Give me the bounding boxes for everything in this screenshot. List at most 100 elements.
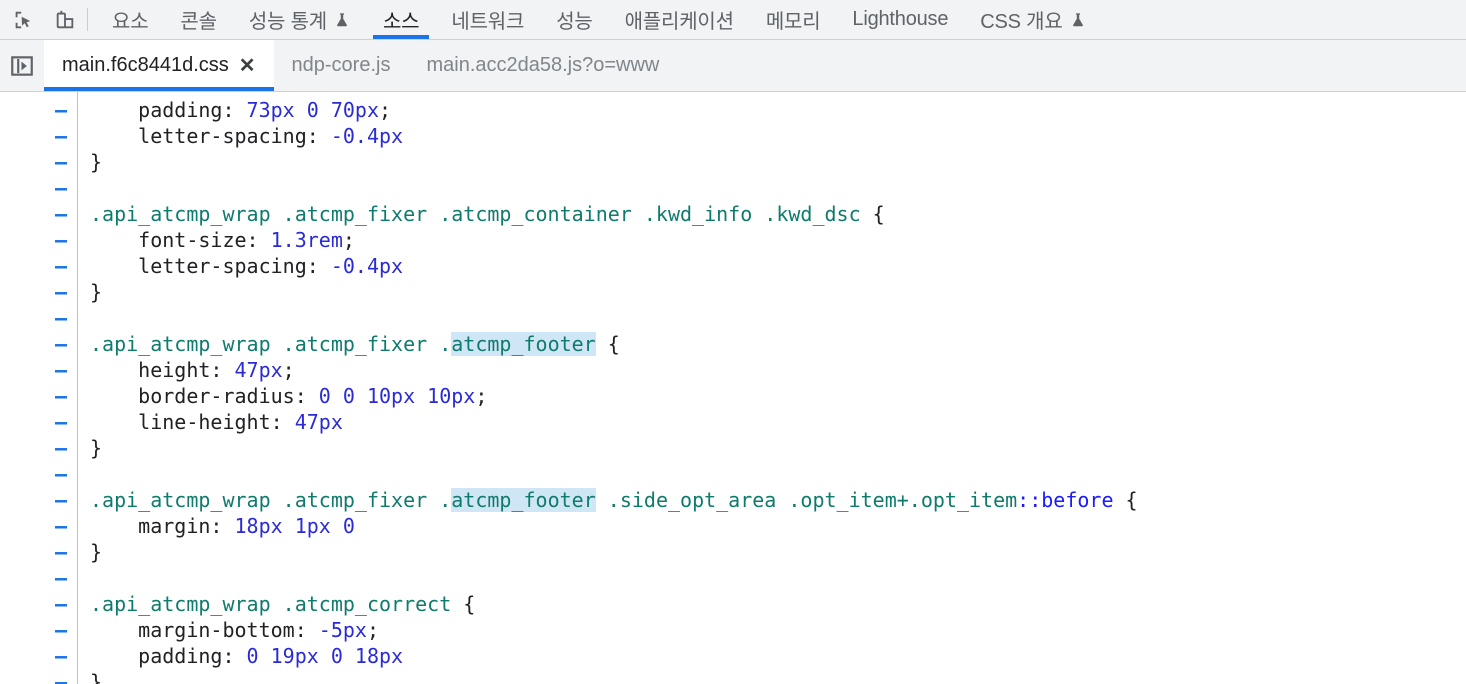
- code-token: 47px: [234, 358, 283, 382]
- close-icon[interactable]: ✕: [239, 56, 256, 76]
- code-token: .api_atcmp_wrap .atcmp_fixer .: [90, 332, 452, 356]
- code-line[interactable]: margin-bottom: -5px;: [90, 617, 1466, 643]
- gutter-marker: –: [54, 514, 67, 538]
- panel-tab-9[interactable]: CSS 개요: [964, 0, 1102, 39]
- code-token: -5px: [318, 618, 367, 642]
- gutter-marker: –: [54, 436, 67, 460]
- inspect-element-icon[interactable]: [9, 6, 37, 34]
- panel-tab-label: 콘솔: [180, 11, 217, 33]
- file-tab-0[interactable]: main.f6c8441d.css ✕: [44, 40, 274, 91]
- editor-code-area[interactable]: padding: 73px 0 70px; letter-spacing: -0…: [78, 92, 1466, 684]
- source-code-editor[interactable]: – – – – – – – – – – – – – – – – – – – – – – – padding: 73px 0 …: [0, 92, 1466, 684]
- code-token: ;: [366, 618, 380, 642]
- experimental-flask-icon: [333, 9, 351, 31]
- code-line[interactable]: [90, 461, 1466, 487]
- code-line[interactable]: padding: 0 19px 0 18px: [90, 643, 1466, 669]
- panel-tab-5[interactable]: 성능: [540, 0, 608, 39]
- gutter-marker: –: [54, 384, 67, 408]
- code-line[interactable]: .api_atcmp_wrap .atcmp_fixer .atcmp_foot…: [90, 487, 1466, 513]
- panel-tab-label: 성능 통계: [248, 11, 327, 33]
- show-navigator-icon[interactable]: [0, 40, 44, 91]
- gutter-marker: –: [54, 358, 67, 382]
- panel-tab-3[interactable]: 소스: [367, 0, 435, 39]
- code-token: border-radius:: [138, 384, 319, 408]
- panel-tab-6[interactable]: 애플리케이션: [609, 0, 750, 39]
- code-line[interactable]: }: [90, 435, 1466, 461]
- device-toolbar-icon[interactable]: [51, 6, 79, 34]
- code-token: padding:: [138, 644, 247, 668]
- gutter-marker: –: [54, 462, 67, 486]
- panel-tab-label: 네트워크: [451, 11, 525, 33]
- code-line[interactable]: .api_atcmp_wrap .atcmp_fixer .atcmp_foot…: [90, 331, 1466, 357]
- panel-tab-label: CSS 개요: [980, 11, 1063, 33]
- panel-tab-7[interactable]: 메모리: [750, 0, 837, 39]
- code-token: }: [90, 150, 103, 174]
- code-line[interactable]: .api_atcmp_wrap .atcmp_fixer .atcmp_cont…: [90, 201, 1466, 227]
- panel-tab-2[interactable]: 성능 통계: [233, 0, 367, 39]
- code-token: {: [1113, 488, 1138, 512]
- code-token: font-size:: [138, 228, 271, 252]
- panel-tab-list: 요소 콘솔 성능 통계 소스 네트워크 성능 애플리케이션 메모리 Lighthouse CSS …: [96, 0, 1466, 39]
- code-line[interactable]: letter-spacing: -0.4px: [90, 253, 1466, 279]
- editor-gutter: – – – – – – – – – – – – – – – – – – – – – – –: [0, 92, 78, 684]
- code-line[interactable]: line-height: 47px: [90, 409, 1466, 435]
- gutter-marker: –: [54, 306, 67, 330]
- panel-tab-8[interactable]: Lighthouse: [836, 0, 964, 39]
- code-line[interactable]: padding: 73px 0 70px;: [90, 97, 1466, 123]
- code-line[interactable]: }: [90, 669, 1466, 684]
- panel-tab-1[interactable]: 콘솔: [164, 0, 232, 39]
- code-line[interactable]: font-size: 1.3rem;: [90, 227, 1466, 253]
- code-token: .api_atcmp_wrap .atcmp_fixer .: [90, 488, 452, 512]
- code-line[interactable]: [90, 305, 1466, 331]
- code-token: }: [90, 436, 103, 460]
- code-token: ;: [342, 228, 355, 252]
- code-token: 18px 1px 0: [234, 514, 355, 538]
- toolbar-icon-group: [0, 0, 83, 39]
- code-token: {: [451, 592, 476, 616]
- file-tab-list: main.f6c8441d.css ✕ ndp-core.js main.acc2da…: [44, 40, 677, 91]
- panel-tab-label: 성능: [556, 11, 593, 33]
- code-line[interactable]: }: [90, 149, 1466, 175]
- code-line[interactable]: height: 47px;: [90, 357, 1466, 383]
- code-token: letter-spacing:: [138, 254, 331, 278]
- code-token: height:: [138, 358, 235, 382]
- code-line[interactable]: }: [90, 279, 1466, 305]
- code-line[interactable]: [90, 565, 1466, 591]
- file-tab-1[interactable]: ndp-core.js: [274, 40, 409, 91]
- gutter-marker: –: [54, 150, 67, 174]
- code-line[interactable]: .api_atcmp_wrap .atcmp_correct {: [90, 591, 1466, 617]
- code-line[interactable]: border-radius: 0 0 10px 10px;: [90, 383, 1466, 409]
- code-line[interactable]: letter-spacing: -0.4px: [90, 123, 1466, 149]
- panel-tab-label: Lighthouse: [852, 8, 949, 30]
- gutter-marker: –: [54, 202, 67, 226]
- devtools-main-toolbar: 요소 콘솔 성능 통계 소스 네트워크 성능 애플리케이션 메모리 Lighthouse CSS …: [0, 0, 1466, 40]
- code-token: 0 19px 0 18px: [246, 644, 404, 668]
- code-token: .side_opt_area .opt_item+.opt_item: [595, 488, 1018, 512]
- code-line[interactable]: }: [90, 539, 1466, 565]
- gutter-marker: –: [54, 618, 67, 642]
- code-line[interactable]: margin: 18px 1px 0: [90, 513, 1466, 539]
- panel-tab-label: 애플리케이션: [624, 11, 734, 33]
- code-token: 73px 0 70px: [246, 98, 379, 122]
- gutter-marker: –: [54, 124, 67, 148]
- code-token: ;: [379, 98, 392, 122]
- code-token: .api_atcmp_wrap .atcmp_correct: [90, 592, 452, 616]
- code-token: margin:: [138, 514, 235, 538]
- panel-tab-4[interactable]: 네트워크: [435, 0, 540, 39]
- code-line[interactable]: [90, 175, 1466, 201]
- file-tab-2[interactable]: main.acc2da58.js?o=www: [408, 40, 677, 91]
- file-tab-label: main.f6c8441d.css: [62, 54, 229, 76]
- file-tab-label: ndp-core.js: [291, 54, 391, 76]
- code-token: }: [90, 670, 103, 684]
- panel-tab-0[interactable]: 요소: [96, 0, 164, 39]
- toolbar-divider: [87, 8, 88, 31]
- gutter-marker: –: [54, 228, 67, 252]
- gutter-marker: –: [54, 176, 67, 200]
